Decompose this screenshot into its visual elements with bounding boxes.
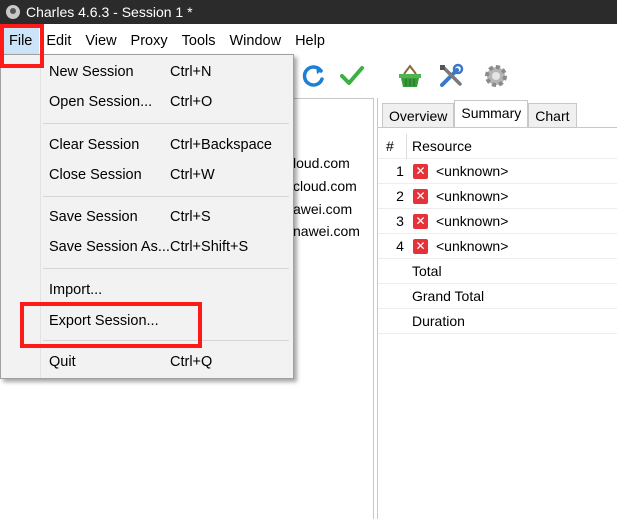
- row-number: 2: [396, 188, 404, 204]
- table-row[interactable]: 4 ✕ <unknown>: [378, 234, 617, 259]
- tab-chart[interactable]: Chart: [528, 103, 577, 127]
- grand-total-label: Grand Total: [412, 288, 485, 304]
- menu-proxy[interactable]: Proxy: [124, 28, 175, 54]
- table-row[interactable]: 1 ✕ <unknown>: [378, 159, 617, 184]
- menu-item-shortcut: Ctrl+S: [170, 209, 211, 225]
- error-icon: ✕: [413, 214, 428, 229]
- menu-bar: File Edit View Proxy Tools Window Help: [0, 28, 617, 54]
- menu-edit[interactable]: Edit: [39, 28, 78, 54]
- menu-window[interactable]: Window: [222, 28, 288, 54]
- toolbar: [292, 58, 617, 94]
- menu-item-shortcut: Ctrl+W: [170, 167, 215, 183]
- menu-item-import[interactable]: Import...: [1, 278, 293, 304]
- host-item[interactable]: cloud.com: [293, 178, 357, 194]
- column-header-resource[interactable]: Resource: [412, 138, 472, 154]
- details-pane: Overview Summary Chart # Resource 1 ✕ <u…: [377, 98, 617, 519]
- menu-item-label: Save Session: [49, 209, 138, 225]
- charles-app-icon: [6, 5, 20, 19]
- menu-item-label: Clear Session: [49, 137, 140, 153]
- title-bar: Charles 4.6.3 - Session 1 *: [0, 0, 617, 24]
- tab-divider: [378, 127, 617, 128]
- menu-separator: [43, 123, 289, 124]
- table-header: # Resource: [378, 134, 617, 159]
- host-item[interactable]: loud.com: [293, 155, 350, 171]
- grand-total-row[interactable]: Grand Total: [378, 284, 617, 309]
- row-resource: <unknown>: [436, 188, 509, 204]
- row-resource: <unknown>: [436, 213, 509, 229]
- window-title: Charles 4.6.3 - Session 1 *: [26, 4, 193, 20]
- row-number: 4: [396, 238, 404, 254]
- validate-check-icon[interactable]: [338, 62, 366, 90]
- menu-item-new-session[interactable]: New Session Ctrl+N: [1, 60, 293, 86]
- host-item[interactable]: awei.com: [293, 201, 352, 217]
- menu-view[interactable]: View: [78, 28, 123, 54]
- menu-item-shortcut: Ctrl+O: [170, 94, 213, 110]
- menu-item-label: Close Session: [49, 167, 142, 183]
- menu-item-shortcut: Ctrl+Backspace: [170, 137, 272, 153]
- menu-separator: [43, 268, 289, 269]
- menu-item-shortcut: Ctrl+N: [170, 64, 212, 80]
- menu-tools[interactable]: Tools: [175, 28, 223, 54]
- total-label: Total: [412, 263, 442, 279]
- error-icon: ✕: [413, 189, 428, 204]
- menu-item-label: Open Session...: [49, 94, 153, 110]
- menu-item-label: New Session: [49, 64, 134, 80]
- file-menu-dropdown: New Session Ctrl+N Open Session... Ctrl+…: [0, 54, 294, 379]
- column-header-number[interactable]: #: [386, 138, 394, 154]
- menu-help[interactable]: Help: [288, 28, 332, 54]
- row-resource: <unknown>: [436, 238, 509, 254]
- menu-item-shortcut: Ctrl+Q: [170, 354, 213, 370]
- column-divider: [406, 134, 407, 159]
- summary-table: # Resource 1 ✕ <unknown> 2 ✕ <unknown> 3…: [378, 134, 617, 334]
- refresh-icon[interactable]: [300, 62, 328, 90]
- error-icon: ✕: [413, 164, 428, 179]
- tab-summary[interactable]: Summary: [454, 100, 529, 127]
- menu-item-save-session-as[interactable]: Save Session As... Ctrl+Shift+S: [1, 235, 293, 261]
- menu-file[interactable]: File: [2, 28, 40, 54]
- tab-overview[interactable]: Overview: [382, 103, 455, 127]
- details-tabs: Overview Summary Chart: [382, 100, 577, 127]
- total-row[interactable]: Total: [378, 259, 617, 284]
- menu-item-label: Save Session As...: [49, 239, 170, 255]
- menu-item-save-session[interactable]: Save Session Ctrl+S: [1, 205, 293, 231]
- host-item[interactable]: nawei.com: [293, 223, 360, 239]
- menu-item-clear-session[interactable]: Clear Session Ctrl+Backspace: [1, 133, 293, 159]
- table-row[interactable]: 2 ✕ <unknown>: [378, 184, 617, 209]
- menu-item-open-session[interactable]: Open Session... Ctrl+O: [1, 90, 293, 116]
- menu-item-shortcut: Ctrl+Shift+S: [170, 239, 249, 255]
- duration-label: Duration: [412, 313, 465, 329]
- menu-item-label: Import...: [49, 282, 103, 298]
- table-row[interactable]: 3 ✕ <unknown>: [378, 209, 617, 234]
- settings-gear-icon[interactable]: [482, 62, 510, 90]
- row-resource: <unknown>: [436, 163, 509, 179]
- error-icon: ✕: [413, 239, 428, 254]
- menu-separator: [43, 196, 289, 197]
- menu-item-label: Quit: [49, 354, 76, 370]
- duration-row[interactable]: Duration: [378, 309, 617, 334]
- menu-item-label: Export Session...: [49, 313, 159, 329]
- tools-icon[interactable]: [437, 62, 465, 90]
- menu-separator: [43, 340, 289, 341]
- row-number: 3: [396, 213, 404, 229]
- shopping-basket-icon[interactable]: [396, 62, 424, 90]
- menu-item-quit[interactable]: Quit Ctrl+Q: [1, 350, 293, 376]
- menu-item-export-session[interactable]: Export Session...: [1, 309, 293, 335]
- row-number: 1: [396, 163, 404, 179]
- menu-item-close-session[interactable]: Close Session Ctrl+W: [1, 163, 293, 189]
